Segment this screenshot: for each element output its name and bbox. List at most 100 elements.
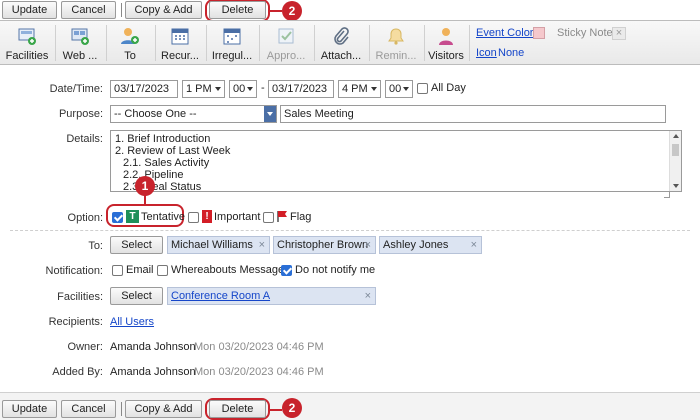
start-minute-select[interactable]: 00	[229, 80, 257, 98]
irregular-calendar-icon	[223, 28, 241, 45]
toolbar-to-label: To	[124, 50, 136, 62]
toolbar-approval-label: Appro...	[266, 50, 306, 62]
copy-add-button[interactable]: Copy & Add	[125, 1, 202, 19]
sticky-note-clear-icon[interactable]: ×	[612, 27, 626, 40]
details-textarea[interactable]: 1. Brief Introduction 2. Review of Last …	[110, 130, 682, 192]
callout-connector	[270, 409, 282, 411]
details-line: 1. Brief Introduction	[115, 133, 211, 145]
toolbar-divider	[469, 25, 470, 61]
all-day-checkbox[interactable]	[417, 83, 428, 94]
event-color-swatch[interactable]	[533, 27, 545, 39]
toolbar-recurring[interactable]: Recur...	[157, 21, 203, 65]
remove-icon[interactable]: ×	[365, 288, 371, 304]
bell-icon	[388, 28, 404, 45]
start-date-input[interactable]	[110, 80, 178, 98]
approval-icon	[278, 28, 294, 44]
toolbar-web[interactable]: Web ...	[57, 21, 103, 65]
delete-button-bottom[interactable]: Delete	[209, 400, 266, 418]
event-color-link[interactable]: Event Color	[476, 27, 533, 39]
remove-icon[interactable]: ×	[365, 237, 371, 253]
details-label: Details:	[66, 133, 103, 145]
add-user-icon	[121, 28, 139, 44]
chevron-down-icon	[371, 87, 377, 91]
update-button[interactable]: Update	[2, 1, 57, 19]
tentative-checkbox[interactable]	[112, 212, 123, 223]
purpose-select[interactable]: -- Choose One --	[110, 105, 277, 123]
delete-button[interactable]: Delete	[209, 1, 266, 19]
toolbar-facilities-label: Facilities	[5, 50, 49, 62]
important-icon: !	[202, 210, 212, 223]
all-day-label: All Day	[431, 82, 466, 94]
end-hour-select[interactable]: 4 PM	[338, 80, 381, 98]
flag-label: Flag	[290, 211, 312, 223]
start-hour-select[interactable]: 1 PM	[182, 80, 225, 98]
toolbar-approval: Appro...	[261, 21, 311, 65]
important-label: Important	[214, 211, 261, 223]
to-user-chip: Ashley Jones ×	[379, 236, 482, 254]
toolbar-divider	[314, 25, 315, 61]
update-button-bottom[interactable]: Update	[2, 400, 57, 418]
toolbar-divider	[424, 25, 425, 61]
toolbar-to[interactable]: To	[108, 21, 152, 65]
whereabouts-checkbox[interactable]	[157, 265, 168, 276]
toolbar-irregular[interactable]: Irregul...	[208, 21, 256, 65]
cancel-button-bottom[interactable]: Cancel	[61, 400, 116, 418]
scroll-down-icon[interactable]	[673, 184, 679, 188]
facility-link[interactable]: Conference Room A	[171, 290, 270, 302]
flag-checkbox[interactable]	[263, 212, 274, 223]
end-minute-select[interactable]: 00	[385, 80, 413, 98]
toolbar-attach[interactable]: Attach...	[316, 21, 366, 65]
resize-handle[interactable]	[664, 192, 670, 198]
callout-badge-2: 2	[282, 1, 302, 21]
callout-badge-1: 1	[135, 176, 155, 196]
details-scrollbar[interactable]	[669, 131, 681, 191]
chevron-down-icon	[215, 87, 221, 91]
scrollbar-thumb[interactable]	[672, 144, 679, 156]
toolbar-divider	[155, 25, 156, 61]
remove-icon[interactable]: ×	[471, 237, 477, 253]
flag-icon	[277, 211, 287, 222]
tentative-label: Tentative	[141, 211, 186, 223]
toolbar-facilities[interactable]: Facilities	[2, 21, 52, 65]
toolbar-divider	[206, 25, 207, 61]
to-user-chip: Michael Williams ×	[167, 236, 270, 254]
remove-icon[interactable]: ×	[259, 237, 265, 253]
toolbar-separator	[121, 3, 122, 17]
purpose-label: Purpose:	[58, 108, 103, 120]
email-checkbox[interactable]	[112, 265, 123, 276]
whereabouts-label: Whereabouts Message	[171, 264, 285, 276]
toolbar-visitors-label: Visitors	[428, 50, 464, 62]
sticky-note-label: Sticky Note	[557, 27, 613, 39]
tentative-icon: T	[126, 210, 139, 223]
added-by-label: Added By:	[52, 366, 103, 378]
chevron-down-icon	[247, 87, 253, 91]
important-checkbox[interactable]	[188, 212, 199, 223]
chevron-down-icon	[403, 87, 409, 91]
toolbar-divider	[369, 25, 370, 61]
details-line: 2.2. Pipeline	[123, 169, 184, 181]
callout-badge-2-bottom: 2	[282, 398, 302, 418]
toolbar-recurring-label: Recur...	[161, 50, 199, 62]
toolbar-irregular-label: Irregul...	[211, 50, 253, 62]
start-hour-value: 1 PM	[186, 83, 212, 95]
end-date-input[interactable]	[268, 80, 334, 98]
to-user-chip: Christopher Brown ×	[273, 236, 376, 254]
purpose-dropdown-button[interactable]	[264, 106, 276, 122]
purpose-title-input[interactable]	[280, 105, 666, 123]
icon-link[interactable]: Icon	[476, 47, 497, 59]
do-not-notify-checkbox[interactable]	[281, 265, 292, 276]
owner-name: Amanda Johnson	[110, 341, 196, 353]
do-not-notify-label: Do not notify me	[295, 264, 376, 276]
toolbar-visitors[interactable]: Visitors	[426, 21, 466, 65]
recipients-label: Recipients:	[48, 316, 103, 328]
scroll-up-icon[interactable]	[673, 134, 679, 138]
range-dash: -	[261, 82, 265, 94]
to-user-name: Christopher Brown	[277, 239, 369, 251]
copy-add-button-bottom[interactable]: Copy & Add	[125, 400, 202, 418]
web-meeting-icon	[71, 28, 89, 45]
select-users-button[interactable]: Select	[110, 236, 163, 254]
recipients-link[interactable]: All Users	[110, 316, 154, 328]
cancel-button[interactable]: Cancel	[61, 1, 116, 19]
select-facilities-button[interactable]: Select	[110, 287, 163, 305]
icon-value: None	[498, 47, 525, 59]
